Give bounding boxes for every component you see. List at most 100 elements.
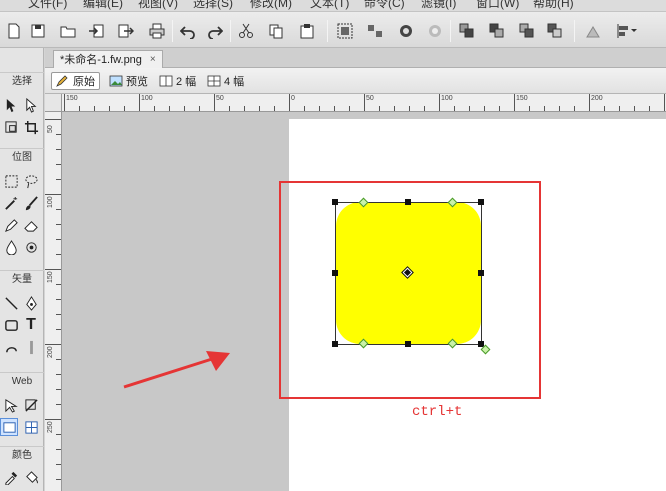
- import-icon[interactable]: [86, 21, 106, 41]
- ruler-tick: [439, 94, 440, 111]
- document-tab-bar: *未命名-1.fw.png ×: [45, 48, 666, 68]
- view-4up-label: 4 幅: [224, 76, 245, 88]
- transform-handle-top[interactable]: [405, 199, 411, 205]
- pointer-tool-icon[interactable]: [2, 96, 20, 114]
- ruler-tick: [64, 94, 65, 111]
- menu-edit[interactable]: 编辑(E): [83, 0, 123, 11]
- scale-tool-icon[interactable]: [2, 118, 20, 136]
- transform-handle-top-right[interactable]: [478, 199, 484, 205]
- ruler-tick: [124, 106, 125, 111]
- ruler-tick: [56, 449, 61, 450]
- ungroup-icon[interactable]: [365, 21, 385, 41]
- ruler-tick: [56, 254, 61, 255]
- tools-section-colors: 颜色: [0, 446, 44, 464]
- send-back-icon[interactable]: [545, 21, 565, 41]
- redo-icon[interactable]: [205, 21, 225, 41]
- transform-handle-left[interactable]: [332, 270, 338, 276]
- ruler-tick: [56, 314, 61, 315]
- ruler-tick: [529, 106, 530, 111]
- ruler-tick: [56, 479, 61, 480]
- rotate-icon[interactable]: [583, 21, 603, 41]
- pencil-icon: [56, 75, 68, 87]
- split-icon[interactable]: [425, 21, 445, 41]
- subselect-tool-icon[interactable]: [22, 96, 40, 114]
- send-backward-icon[interactable]: [517, 21, 537, 41]
- rectangle-tool-icon[interactable]: [2, 316, 20, 334]
- open-icon[interactable]: [58, 21, 78, 41]
- vertical-ruler[interactable]: 50 100 150 200 250: [45, 112, 62, 491]
- transform-handle-bottom[interactable]: [405, 341, 411, 347]
- bring-front-icon[interactable]: [457, 21, 477, 41]
- menu-select[interactable]: 选择(S): [193, 0, 233, 11]
- lasso-tool-icon[interactable]: [22, 172, 40, 190]
- ruler-label: 50: [366, 95, 374, 102]
- pencil-tool-icon[interactable]: [2, 216, 20, 234]
- document-tab[interactable]: *未命名-1.fw.png ×: [53, 50, 163, 68]
- horizontal-ruler[interactable]: 150 100 50 0 50 100 150 200: [62, 94, 666, 112]
- view-2up-button[interactable]: 2 幅: [155, 72, 200, 90]
- eyedropper-tool-icon[interactable]: [2, 468, 20, 486]
- tools-section-web: Web: [0, 372, 44, 390]
- line-tool-icon[interactable]: [2, 294, 20, 312]
- ruler-tick: [109, 106, 110, 111]
- tools-section-bitmap: 位图: [0, 148, 44, 166]
- rubber-stamp-icon[interactable]: [22, 238, 40, 256]
- transform-handle-right[interactable]: [478, 270, 484, 276]
- pasteboard-top: [289, 112, 666, 119]
- hotspot-tool-icon[interactable]: [2, 396, 20, 414]
- ruler-tick: [79, 106, 80, 111]
- group-icon[interactable]: [335, 21, 355, 41]
- copy-icon[interactable]: [266, 21, 286, 41]
- save-icon[interactable]: [28, 21, 48, 41]
- menu-text[interactable]: 文本(T): [310, 0, 349, 11]
- close-icon[interactable]: ×: [150, 52, 156, 68]
- cut-icon[interactable]: [236, 21, 256, 41]
- eraser-tool-icon[interactable]: [22, 216, 40, 234]
- freeform-tool-icon[interactable]: [2, 338, 20, 356]
- align-icon[interactable]: [612, 21, 642, 41]
- export-icon[interactable]: [116, 21, 136, 41]
- view-original-button[interactable]: 原始: [51, 72, 100, 90]
- pen-tool-icon[interactable]: [22, 294, 40, 312]
- menu-help[interactable]: 帮助(H): [533, 0, 574, 11]
- ruler-tick: [56, 359, 61, 360]
- ruler-tick: [56, 299, 61, 300]
- paint-bucket-icon[interactable]: [22, 468, 40, 486]
- ruler-tick: [229, 106, 230, 111]
- view-4up-button[interactable]: 4 幅: [203, 72, 248, 90]
- ruler-tick: [199, 106, 200, 111]
- crop-tool-icon[interactable]: [22, 118, 40, 136]
- paste-icon[interactable]: [297, 21, 317, 41]
- menu-filters[interactable]: 滤镜(I): [421, 0, 456, 11]
- view-preview-button[interactable]: 预览: [105, 72, 152, 90]
- view-mode-bar: 原始 预览 2 幅 4 幅: [45, 68, 666, 94]
- ruler-tick: [139, 94, 140, 111]
- menu-modify[interactable]: 修改(M): [250, 0, 292, 11]
- print-icon[interactable]: [147, 21, 167, 41]
- blur-tool-icon[interactable]: [2, 238, 20, 256]
- new-icon[interactable]: [4, 21, 24, 41]
- show-slices-icon[interactable]: [22, 418, 40, 436]
- join-icon[interactable]: [396, 21, 416, 41]
- ruler-tick: [409, 106, 410, 111]
- brush-tool-icon[interactable]: [22, 194, 40, 212]
- magic-wand-icon[interactable]: [2, 194, 20, 212]
- menu-view[interactable]: 视图(V): [138, 0, 178, 11]
- menu-window[interactable]: 窗口(W): [476, 0, 519, 11]
- menu-commands[interactable]: 命令(C): [364, 0, 405, 11]
- knife-tool-icon[interactable]: [22, 338, 40, 356]
- undo-icon[interactable]: [178, 21, 198, 41]
- transform-handle-top-left[interactable]: [332, 199, 338, 205]
- transform-handle-bottom-left[interactable]: [332, 341, 338, 347]
- marquee-tool-icon[interactable]: [2, 172, 20, 190]
- ruler-label: 0: [291, 95, 295, 102]
- ruler-tick: [544, 106, 545, 111]
- ruler-tick: [45, 344, 61, 345]
- hide-slices-icon[interactable]: [0, 418, 18, 436]
- menu-file[interactable]: 文件(F): [28, 0, 67, 11]
- slice-tool-icon[interactable]: [22, 396, 40, 414]
- ruler-tick: [56, 329, 61, 330]
- ruler-tick: [56, 389, 61, 390]
- text-tool-icon[interactable]: T: [22, 316, 40, 334]
- bring-forward-icon[interactable]: [487, 21, 507, 41]
